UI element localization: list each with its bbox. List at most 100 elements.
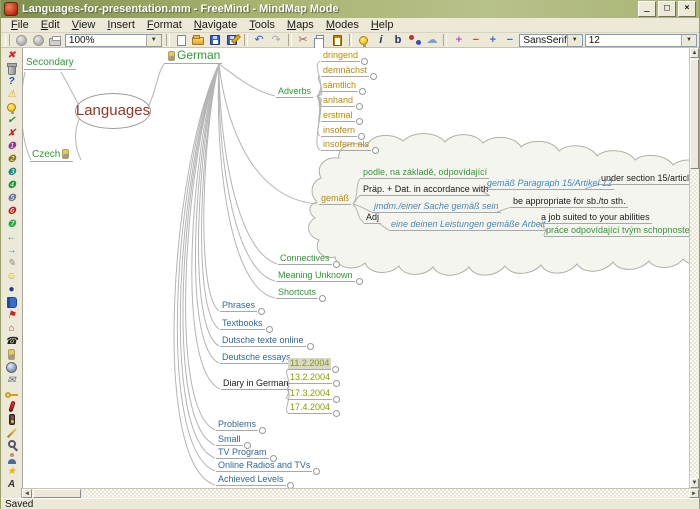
save-as-button[interactable] xyxy=(225,34,240,47)
mail-icon[interactable]: ✉ xyxy=(4,374,20,387)
forward-icon[interactable]: → xyxy=(4,244,20,257)
not-icon[interactable]: ✘ xyxy=(4,127,20,140)
node-prace[interactable]: práce odpovídající tvým schopnostem xyxy=(544,225,689,237)
phone-icon[interactable]: ☎ xyxy=(4,335,20,348)
bold-button[interactable]: b xyxy=(390,34,405,47)
horizontal-scrollbar[interactable]: ◄ ► xyxy=(22,488,699,498)
node-anhand[interactable]: anhand xyxy=(321,95,355,107)
zoom-in-button[interactable]: + xyxy=(485,34,500,47)
redo-button[interactable]: ↷ xyxy=(269,34,284,47)
open-map-button[interactable] xyxy=(191,34,206,47)
priority-2-icon[interactable]: ❷ xyxy=(4,153,20,166)
trash-icon[interactable] xyxy=(4,62,20,75)
horizontal-scroll-thumb[interactable] xyxy=(33,489,81,498)
menu-view[interactable]: View xyxy=(66,18,102,32)
vertical-scrollbar[interactable]: ▲ ▼ xyxy=(689,48,699,488)
close-button[interactable]: × xyxy=(678,1,696,17)
scroll-left-button[interactable]: ◄ xyxy=(22,489,32,498)
menu-modes[interactable]: Modes xyxy=(320,18,365,32)
node-date-2[interactable]: 13.2.2004 xyxy=(288,372,332,384)
menu-navigate[interactable]: Navigate xyxy=(188,18,243,32)
warning-icon[interactable]: ⚠ xyxy=(4,88,20,101)
save-map-button[interactable] xyxy=(208,34,223,47)
cut-button[interactable]: ✂ xyxy=(296,34,311,47)
node-praep-dat[interactable]: Präp. + Dat. in accordance with xyxy=(361,184,490,196)
increase-font-button[interactable]: + xyxy=(451,34,466,47)
menu-file[interactable]: File xyxy=(5,18,35,32)
star-icon[interactable]: ★ xyxy=(4,465,20,478)
minimize-button[interactable]: _ xyxy=(638,1,656,17)
node-connectives[interactable]: Connectives xyxy=(278,253,332,265)
node-insofern[interactable]: insofern xyxy=(321,125,357,137)
undo-button[interactable]: ↶ xyxy=(252,34,267,47)
priority-4-icon[interactable]: ❹ xyxy=(4,179,20,192)
node-deutsche-essays[interactable]: Deutsche essays xyxy=(220,352,293,364)
node-german[interactable]: German xyxy=(164,49,222,64)
italic-button[interactable]: i xyxy=(373,34,388,47)
back-icon[interactable]: ← xyxy=(4,231,20,244)
node-date-3[interactable]: 17.3.2004 xyxy=(288,388,332,400)
menu-help[interactable]: Help xyxy=(365,18,400,32)
node-gemaess-paragraph[interactable]: gemäß Paragraph 15/Artikel 12 xyxy=(485,178,614,190)
font-size-select[interactable]: 12▼ xyxy=(585,34,697,47)
font-icon[interactable]: A xyxy=(4,478,20,488)
priority-5-icon[interactable]: ❺ xyxy=(4,192,20,205)
node-secondary[interactable]: Secondary xyxy=(24,58,76,70)
node-shortcuts[interactable]: Shortcuts xyxy=(276,287,318,299)
node-czech[interactable]: Czech xyxy=(30,149,73,162)
node-problems[interactable]: Problems xyxy=(216,419,258,431)
new-map-button[interactable] xyxy=(174,34,189,47)
toolbar-handle[interactable] xyxy=(5,34,10,46)
scroll-up-button[interactable]: ▲ xyxy=(690,48,699,58)
node-small[interactable]: Small xyxy=(216,434,243,446)
node-saemtlich[interactable]: sämtlich xyxy=(321,80,358,92)
mindmap-canvas[interactable]: SecondaryCzechLanguagesGermanAdverbsdrin… xyxy=(23,48,689,488)
nav-forward-button[interactable] xyxy=(31,34,46,47)
node-a-job[interactable]: a job suited to your abilities xyxy=(539,212,652,224)
node-date-4[interactable]: 17.4.2004 xyxy=(288,402,332,414)
chevron-down-icon[interactable]: ▼ xyxy=(681,35,696,46)
copy-button[interactable] xyxy=(313,34,328,47)
node-dutsche-texte[interactable]: Dutsche texte online xyxy=(220,335,306,347)
person-icon[interactable] xyxy=(4,452,20,465)
book-icon[interactable] xyxy=(4,296,20,309)
node-gemaess[interactable]: gemäß xyxy=(319,193,351,205)
menu-insert[interactable]: Insert xyxy=(101,18,141,32)
node-erstmal[interactable]: erstmal xyxy=(321,110,355,122)
node-be-appropriate[interactable]: be appropriate for sb./to sth. xyxy=(511,196,628,208)
linked-nodes-button[interactable] xyxy=(407,34,422,47)
node-phrases[interactable]: Phrases xyxy=(220,300,257,312)
maximize-button[interactable]: □ xyxy=(658,1,676,17)
key-icon[interactable] xyxy=(4,387,20,400)
dynamite-icon[interactable] xyxy=(4,400,20,413)
node-insofern-als[interactable]: insofern als xyxy=(321,139,371,151)
node-textbooks[interactable]: Textbooks xyxy=(220,318,265,330)
node-eine-arbeit[interactable]: eine deinen Leistungen gemäße Arbeit xyxy=(389,219,547,231)
home-icon[interactable]: ⌂ xyxy=(4,322,20,335)
wand-icon[interactable] xyxy=(4,426,20,439)
chevron-down-icon[interactable]: ▼ xyxy=(146,35,161,46)
node-adverbs[interactable]: Adverbs xyxy=(276,86,313,98)
help-icon[interactable]: ? xyxy=(4,75,20,88)
print-button[interactable] xyxy=(48,34,63,47)
priority-7-icon[interactable]: ❼ xyxy=(4,218,20,231)
node-podle[interactable]: podle, na základě, odpovídající xyxy=(361,167,489,179)
node-online-radios[interactable]: Online Radios and TVs xyxy=(216,460,312,472)
traffic-light-icon[interactable] xyxy=(4,413,20,426)
globe-icon[interactable] xyxy=(4,361,20,374)
decrease-font-button[interactable]: − xyxy=(468,34,483,47)
menu-edit[interactable]: Edit xyxy=(35,18,66,32)
ball-icon[interactable]: ● xyxy=(4,283,20,296)
node-date-1[interactable]: 11.2.2004 xyxy=(288,358,331,370)
paste-button[interactable] xyxy=(330,34,345,47)
idea-button[interactable] xyxy=(356,34,371,47)
scroll-down-button[interactable]: ▼ xyxy=(690,478,699,488)
node-diary[interactable]: Diary in German xyxy=(221,378,291,390)
idea-icon[interactable] xyxy=(4,101,20,114)
priority-3-icon[interactable]: ❸ xyxy=(4,166,20,179)
font-family-select[interactable]: SansSerif▼ xyxy=(519,34,582,47)
zoom-out-button[interactable]: − xyxy=(502,34,517,47)
node-tv-program[interactable]: TV Program xyxy=(216,447,269,459)
node-dringend[interactable]: dringend xyxy=(321,50,360,62)
node-achieved-levels[interactable]: Achieved Levels xyxy=(216,474,286,486)
